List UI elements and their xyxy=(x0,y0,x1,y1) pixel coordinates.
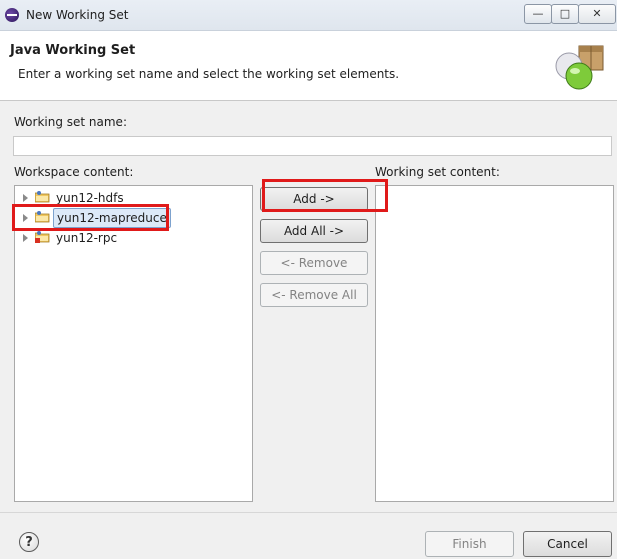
working-set-content-label: Working set content: xyxy=(375,165,500,179)
window-titlebar: New Working Set — □ ✕ xyxy=(0,0,617,31)
wizard-title: Java Working Set xyxy=(10,43,136,58)
add-all-button[interactable]: Add All -> xyxy=(260,219,368,243)
tree-item-label: yun12-mapreduce xyxy=(53,208,171,228)
expand-arrow-icon[interactable] xyxy=(23,234,28,242)
eclipse-icon xyxy=(5,8,19,22)
footer-divider xyxy=(0,512,617,513)
working-set-content-list[interactable] xyxy=(375,185,614,502)
tree-item-label: yun12-rpc xyxy=(56,231,118,245)
remove-all-button[interactable]: <- Remove All xyxy=(260,283,368,307)
maximize-button[interactable]: □ xyxy=(551,4,579,24)
window-title: New Working Set xyxy=(26,8,129,22)
tree-item-label: yun12-hdfs xyxy=(56,191,124,205)
finish-button[interactable]: Finish xyxy=(425,531,514,557)
close-button[interactable]: ✕ xyxy=(578,4,616,24)
wizard-description: Enter a working set name and select the … xyxy=(18,67,400,81)
add-button[interactable]: Add -> xyxy=(260,187,368,211)
help-icon[interactable]: ? xyxy=(19,532,39,552)
workspace-tree[interactable]: yun12-hdfs yun12-mapreduce yun12-rpc xyxy=(14,185,253,502)
java-project-folder-icon xyxy=(35,191,50,203)
working-set-wizard-icon xyxy=(555,45,604,90)
java-project-folder-error-icon xyxy=(35,231,50,243)
minimize-button[interactable]: — xyxy=(524,4,552,24)
wizard-header: Java Working Set Enter a working set nam… xyxy=(0,31,617,101)
working-set-name-label: Working set name: xyxy=(14,115,127,129)
working-set-name-input[interactable] xyxy=(13,136,612,156)
remove-button[interactable]: <- Remove xyxy=(260,251,368,275)
workspace-content-label: Workspace content: xyxy=(14,165,134,179)
expand-arrow-icon[interactable] xyxy=(23,194,28,202)
expand-arrow-icon[interactable] xyxy=(23,214,28,222)
java-project-folder-icon xyxy=(35,211,50,223)
cancel-button[interactable]: Cancel xyxy=(523,531,612,557)
